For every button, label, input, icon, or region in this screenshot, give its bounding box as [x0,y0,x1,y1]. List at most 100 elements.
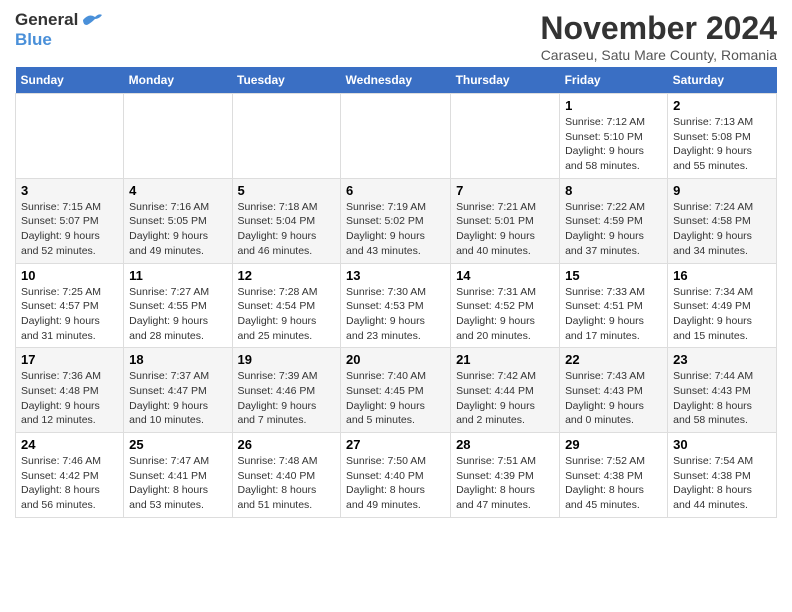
day-number: 4 [129,183,226,198]
day-number: 13 [346,268,445,283]
calendar-day-cell: 22 Sunrise: 7:43 AM Sunset: 4:43 PM Dayli… [560,348,668,433]
day-info: Sunrise: 7:13 AM Sunset: 5:08 PM Dayligh… [673,115,771,174]
logo-blue-text: Blue [15,30,52,49]
day-info: Sunrise: 7:25 AM Sunset: 4:57 PM Dayligh… [21,285,118,344]
title-section: November 2024 Caraseu, Satu Mare County,… [540,10,777,63]
calendar-day-cell: 23 Sunrise: 7:44 AM Sunset: 4:43 PM Dayli… [668,348,777,433]
calendar-header-friday: Friday [560,67,668,94]
calendar-day-cell: 27 Sunrise: 7:50 AM Sunset: 4:40 PM Dayli… [341,433,451,518]
logo-bird-icon [81,11,103,29]
calendar-header-row: SundayMondayTuesdayWednesdayThursdayFrid… [16,67,777,94]
day-number: 7 [456,183,554,198]
calendar-week-row: 3Sunrise: 7:15 AM Sunset: 5:07 PM Daylig… [16,178,777,263]
calendar-week-row: 1 Sunrise: 7:12 AM Sunset: 5:10 PM Daylig… [16,94,777,179]
calendar-day-cell: 26 Sunrise: 7:48 AM Sunset: 4:40 PM Dayli… [232,433,341,518]
calendar-header-thursday: Thursday [451,67,560,94]
day-info: Sunrise: 7:22 AM Sunset: 4:59 PM Dayligh… [565,200,662,259]
calendar-day-cell: 6 Sunrise: 7:19 AM Sunset: 5:02 PM Daylig… [341,178,451,263]
calendar-day-cell: 5 Sunrise: 7:18 AM Sunset: 5:04 PM Daylig… [232,178,341,263]
day-number: 6 [346,183,445,198]
calendar-day-cell [341,94,451,179]
day-number: 10 [21,268,118,283]
day-number: 24 [21,437,118,452]
day-info: Sunrise: 7:21 AM Sunset: 5:01 PM Dayligh… [456,200,554,259]
day-number: 30 [673,437,771,452]
month-title: November 2024 [540,10,777,47]
calendar-day-cell: 25 Sunrise: 7:47 AM Sunset: 4:41 PM Dayli… [124,433,232,518]
calendar-day-cell: 10 Sunrise: 7:25 AM Sunset: 4:57 PM Dayli… [16,263,124,348]
day-info: Sunrise: 7:28 AM Sunset: 4:54 PM Dayligh… [238,285,336,344]
calendar-day-cell: 19 Sunrise: 7:39 AM Sunset: 4:46 PM Dayli… [232,348,341,433]
day-info: Sunrise: 7:50 AM Sunset: 4:40 PM Dayligh… [346,454,445,513]
day-info: Sunrise: 7:47 AM Sunset: 4:41 PM Dayligh… [129,454,226,513]
calendar-header-wednesday: Wednesday [341,67,451,94]
day-info: Sunrise: 7:40 AM Sunset: 4:45 PM Dayligh… [346,369,445,428]
calendar-day-cell: 28 Sunrise: 7:51 AM Sunset: 4:39 PM Dayli… [451,433,560,518]
day-info: Sunrise: 7:27 AM Sunset: 4:55 PM Dayligh… [129,285,226,344]
calendar-day-cell: 18Sunrise: 7:37 AM Sunset: 4:47 PM Dayli… [124,348,232,433]
calendar-header-monday: Monday [124,67,232,94]
calendar-day-cell: 30 Sunrise: 7:54 AM Sunset: 4:38 PM Dayli… [668,433,777,518]
calendar-day-cell: 7 Sunrise: 7:21 AM Sunset: 5:01 PM Daylig… [451,178,560,263]
calendar-day-cell: 4Sunrise: 7:16 AM Sunset: 5:05 PM Daylig… [124,178,232,263]
calendar-day-cell: 21Sunrise: 7:42 AM Sunset: 4:44 PM Dayli… [451,348,560,433]
day-number: 3 [21,183,118,198]
day-number: 9 [673,183,771,198]
calendar-day-cell: 13Sunrise: 7:30 AM Sunset: 4:53 PM Dayli… [341,263,451,348]
calendar-day-cell: 24Sunrise: 7:46 AM Sunset: 4:42 PM Dayli… [16,433,124,518]
calendar-day-cell: 14 Sunrise: 7:31 AM Sunset: 4:52 PM Dayli… [451,263,560,348]
day-info: Sunrise: 7:31 AM Sunset: 4:52 PM Dayligh… [456,285,554,344]
day-number: 2 [673,98,771,113]
calendar-header-saturday: Saturday [668,67,777,94]
day-number: 19 [238,352,336,367]
day-number: 26 [238,437,336,452]
day-number: 29 [565,437,662,452]
day-number: 12 [238,268,336,283]
calendar-day-cell: 2 Sunrise: 7:13 AM Sunset: 5:08 PM Daylig… [668,94,777,179]
calendar-day-cell [451,94,560,179]
day-number: 16 [673,268,771,283]
calendar-day-cell: 12 Sunrise: 7:28 AM Sunset: 4:54 PM Dayli… [232,263,341,348]
day-number: 20 [346,352,445,367]
day-number: 25 [129,437,226,452]
calendar-day-cell [16,94,124,179]
day-info: Sunrise: 7:36 AM Sunset: 4:48 PM Dayligh… [21,369,118,428]
day-info: Sunrise: 7:37 AM Sunset: 4:47 PM Dayligh… [129,369,226,428]
day-info: Sunrise: 7:51 AM Sunset: 4:39 PM Dayligh… [456,454,554,513]
location-subtitle: Caraseu, Satu Mare County, Romania [540,47,777,63]
day-number: 23 [673,352,771,367]
day-number: 22 [565,352,662,367]
day-info: Sunrise: 7:34 AM Sunset: 4:49 PM Dayligh… [673,285,771,344]
day-info: Sunrise: 7:12 AM Sunset: 5:10 PM Dayligh… [565,115,662,174]
day-info: Sunrise: 7:54 AM Sunset: 4:38 PM Dayligh… [673,454,771,513]
day-info: Sunrise: 7:24 AM Sunset: 4:58 PM Dayligh… [673,200,771,259]
day-number: 1 [565,98,662,113]
calendar-day-cell: 3Sunrise: 7:15 AM Sunset: 5:07 PM Daylig… [16,178,124,263]
day-info: Sunrise: 7:39 AM Sunset: 4:46 PM Dayligh… [238,369,336,428]
logo: General Blue [15,10,103,50]
day-number: 14 [456,268,554,283]
calendar-week-row: 17Sunrise: 7:36 AM Sunset: 4:48 PM Dayli… [16,348,777,433]
calendar-day-cell: 1 Sunrise: 7:12 AM Sunset: 5:10 PM Daylig… [560,94,668,179]
day-number: 27 [346,437,445,452]
day-info: Sunrise: 7:42 AM Sunset: 4:44 PM Dayligh… [456,369,554,428]
day-number: 5 [238,183,336,198]
calendar-day-cell: 17Sunrise: 7:36 AM Sunset: 4:48 PM Dayli… [16,348,124,433]
day-number: 15 [565,268,662,283]
calendar-day-cell [124,94,232,179]
day-info: Sunrise: 7:18 AM Sunset: 5:04 PM Dayligh… [238,200,336,259]
calendar-day-cell: 16 Sunrise: 7:34 AM Sunset: 4:49 PM Dayli… [668,263,777,348]
logo-general-text: General [15,10,78,30]
day-info: Sunrise: 7:33 AM Sunset: 4:51 PM Dayligh… [565,285,662,344]
day-info: Sunrise: 7:52 AM Sunset: 4:38 PM Dayligh… [565,454,662,513]
day-number: 11 [129,268,226,283]
calendar-day-cell: 8Sunrise: 7:22 AM Sunset: 4:59 PM Daylig… [560,178,668,263]
calendar-table: SundayMondayTuesdayWednesdayThursdayFrid… [15,67,777,518]
day-info: Sunrise: 7:44 AM Sunset: 4:43 PM Dayligh… [673,369,771,428]
day-number: 28 [456,437,554,452]
calendar-day-cell: 15 Sunrise: 7:33 AM Sunset: 4:51 PM Dayli… [560,263,668,348]
day-info: Sunrise: 7:48 AM Sunset: 4:40 PM Dayligh… [238,454,336,513]
day-info: Sunrise: 7:43 AM Sunset: 4:43 PM Dayligh… [565,369,662,428]
day-info: Sunrise: 7:19 AM Sunset: 5:02 PM Dayligh… [346,200,445,259]
calendar-week-row: 24Sunrise: 7:46 AM Sunset: 4:42 PM Dayli… [16,433,777,518]
